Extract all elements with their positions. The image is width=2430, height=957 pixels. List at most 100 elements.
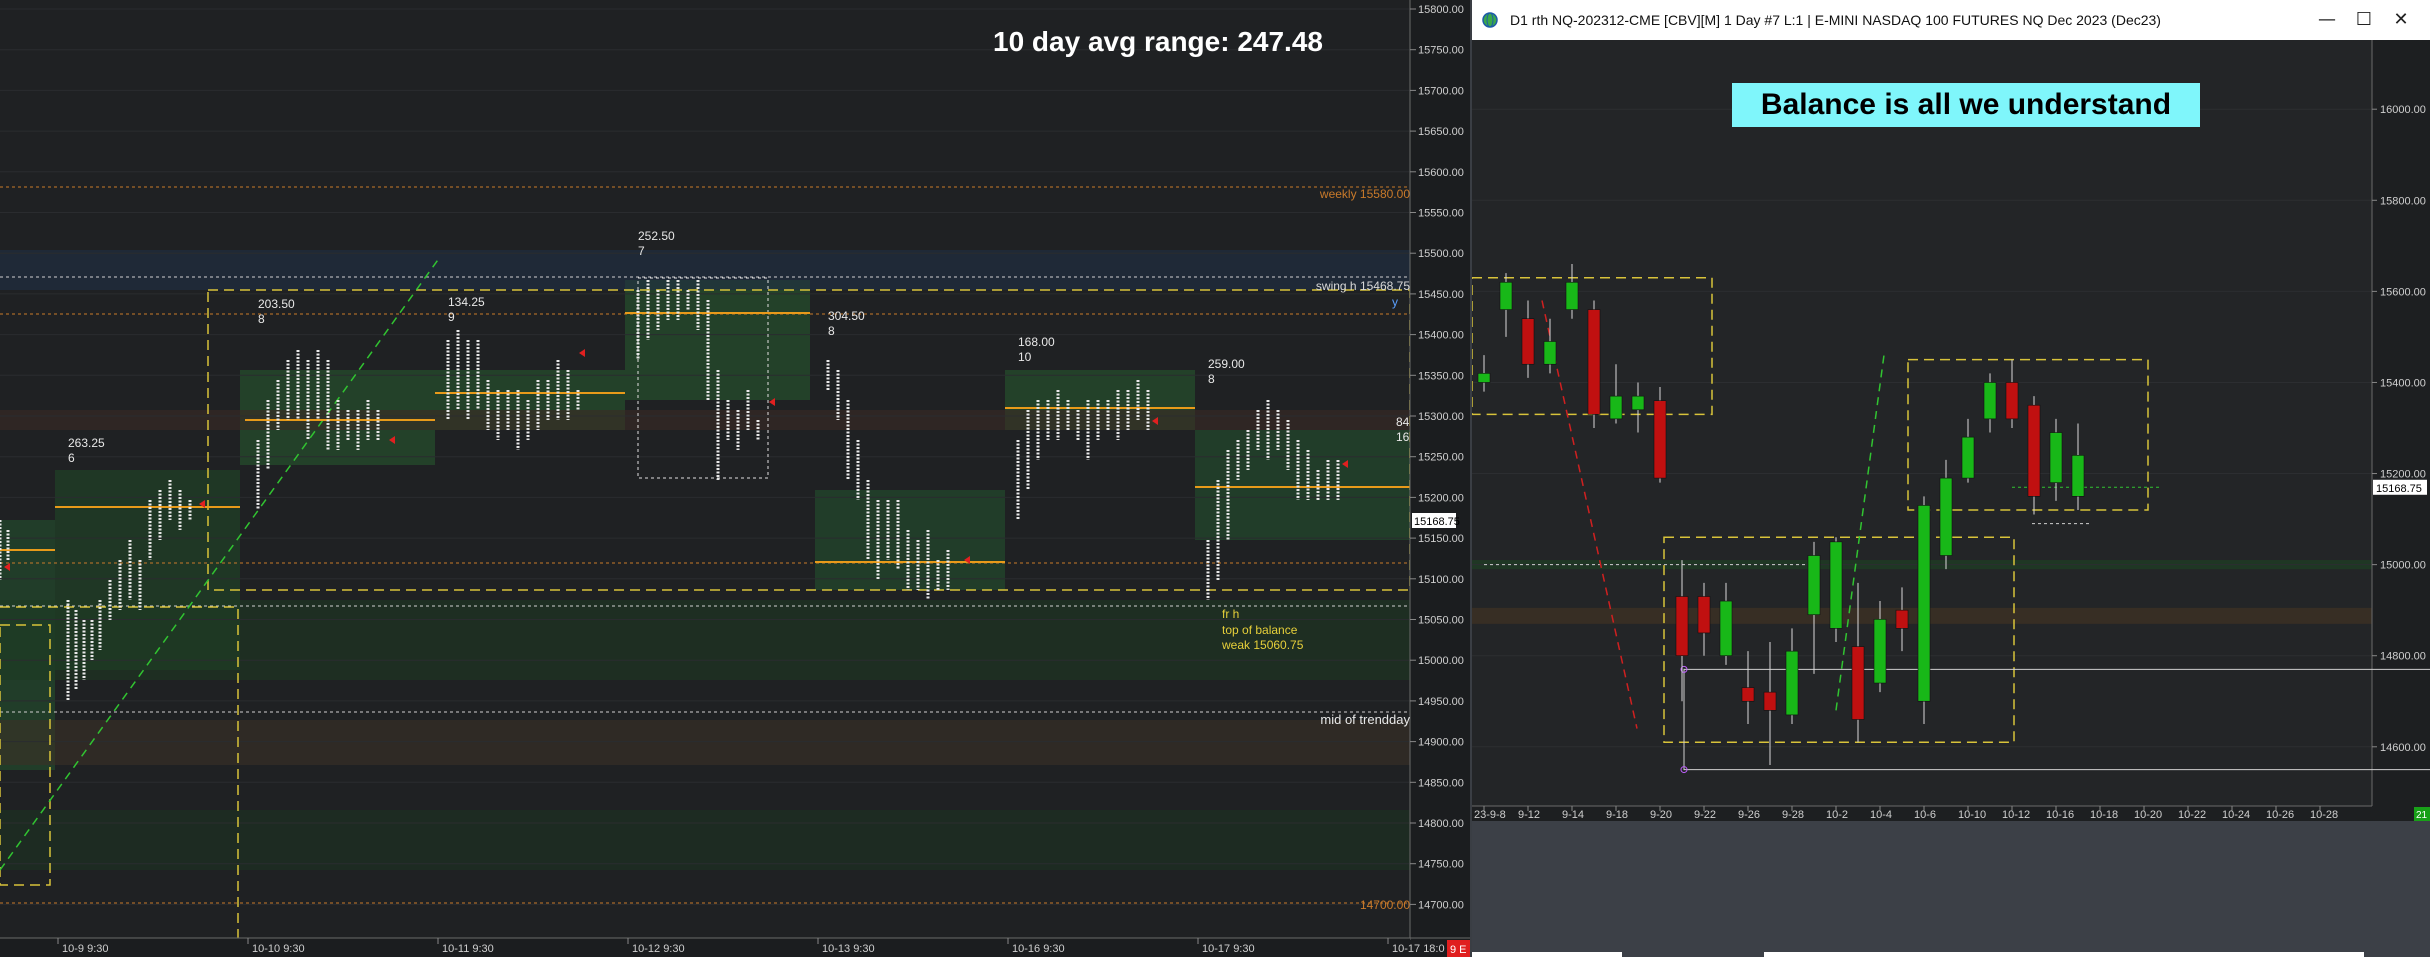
- session-range-value: 134.25: [448, 295, 485, 309]
- session-period-count: 7: [638, 244, 645, 258]
- candle-body: [1741, 687, 1755, 702]
- candle-body: [1829, 541, 1843, 629]
- candle-body: [1851, 646, 1865, 720]
- app-globe-icon: [1482, 12, 1498, 28]
- price-tick-label: 14950.00: [1418, 696, 1464, 708]
- candle-body: [1939, 477, 1953, 556]
- price-tick-label: 15100.00: [1418, 574, 1464, 586]
- session-period-count: 9: [448, 310, 455, 324]
- date-tick-label: 10-11 9:30: [442, 943, 494, 955]
- daily-date-tick-label: 9-22: [1694, 809, 1716, 821]
- session-period-count: 10: [1018, 350, 1032, 364]
- daily-date-tick-label: 10-6: [1914, 809, 1936, 821]
- price-tick-label: 15700.00: [1418, 85, 1464, 97]
- candle-body: [1565, 281, 1579, 310]
- mid-trendday-label: mid of trendday: [1320, 712, 1410, 727]
- daily-date-tick-label: 10-26: [2266, 809, 2294, 821]
- daily-price-tick-label: 14800.00: [2380, 651, 2426, 663]
- candle-body: [2049, 432, 2063, 483]
- candle-body: [1653, 400, 1667, 479]
- daily-date-tick-label: 10-12: [2002, 809, 2030, 821]
- level-14700-label: 14700.00: [1360, 898, 1410, 912]
- price-tick-label: 14800.00: [1418, 818, 1464, 830]
- daily-date-tick-label: 10-24: [2222, 809, 2250, 821]
- avg-range-title: 10 day avg range: 247.48: [993, 26, 1323, 57]
- daily-chart-area[interactable]: 16000.00 15800.00 15600.00 15400.00 15200.00…: [1472, 40, 2430, 821]
- daily-date-tick-label: 10-22: [2178, 809, 2206, 821]
- session-range-value: 263.25: [68, 436, 105, 450]
- candle-body: [1961, 436, 1975, 479]
- left-chart-panel[interactable]: 15800.00 15750.00 15700.00 15650.00 15600.00…: [0, 0, 1470, 957]
- daily-price-tick-label: 14600.00: [2380, 742, 2426, 754]
- price-tick-label: 15150.00: [1418, 533, 1464, 545]
- weak-level-label: weak 15060.75: [1221, 638, 1304, 652]
- window-titlebar[interactable]: D1 rth NQ-202312-CME [CBV][M] 1 Day #7 L…: [1472, 0, 2430, 41]
- daily-date-tick-label: 23-9-8: [1474, 809, 1506, 821]
- price-tick-label: 15350.00: [1418, 370, 1464, 382]
- close-icon[interactable]: ✕: [2386, 6, 2416, 34]
- daily-price-tick-label: 15800.00: [2380, 195, 2426, 207]
- daily-date-tick-label: 10-20: [2134, 809, 2162, 821]
- candle-body: [1477, 373, 1491, 383]
- candle-body: [1873, 618, 1887, 684]
- daily-date-tick-label: 10-2: [1826, 809, 1848, 821]
- daily-date-tick-label: 10-10: [1958, 809, 1986, 821]
- session-period-count: 8: [258, 312, 265, 326]
- daily-date-tick-label: 10-18: [2090, 809, 2118, 821]
- daily-date-tick-label: 10-16: [2046, 809, 2074, 821]
- price-tick-label: 15800.00: [1418, 4, 1464, 16]
- session-range-value: 168.00: [1018, 335, 1055, 349]
- daily-date-tick-label: 9-14: [1562, 809, 1584, 821]
- session-period-count: 6: [68, 451, 75, 465]
- daily-current-price-text: 15168.75: [2376, 483, 2422, 495]
- corner-badge-text: 9 E: [1450, 944, 1467, 956]
- minimize-icon[interactable]: —: [2312, 6, 2342, 34]
- balance-banner: Balance is all we understand: [1732, 83, 2200, 127]
- candle-body: [2027, 404, 2041, 497]
- fr-h-label: fr h: [1222, 607, 1239, 621]
- candle-body: [1697, 596, 1711, 634]
- daily-date-tick-label: 10-4: [1870, 809, 1892, 821]
- taskbar-segment: [1472, 952, 1622, 957]
- session-range-value: 203.50: [258, 297, 295, 311]
- candle-body: [1763, 691, 1777, 711]
- weekly-level-label: weekly 15580.00: [1319, 187, 1410, 201]
- price-tick-label: 14900.00: [1418, 737, 1464, 749]
- date-tick-label: 10-9 9:30: [62, 943, 108, 955]
- price-tick-label: 14850.00: [1418, 777, 1464, 789]
- candle-body: [2005, 382, 2019, 420]
- daily-date-tick-label: 9-18: [1606, 809, 1628, 821]
- candle-body: [1807, 555, 1821, 616]
- swing-high-label: swing h 15468.75: [1316, 279, 1410, 293]
- left-chart-canvas[interactable]: 15800.00 15750.00 15700.00 15650.00 15600.00…: [0, 0, 1470, 957]
- price-tick-label: 15400.00: [1418, 330, 1464, 342]
- price-tick-label: 15300.00: [1418, 411, 1464, 423]
- session-range-value: 304.50: [828, 309, 865, 323]
- session-period-count: 8: [828, 324, 835, 338]
- session-range-value: 252.50: [638, 229, 675, 243]
- daily-price-tick-label: 15200.00: [2380, 469, 2426, 481]
- date-tick-label: 10-10 9:30: [252, 943, 305, 955]
- candle-body: [1917, 505, 1931, 702]
- daily-date-tick-label: 9-12: [1518, 809, 1540, 821]
- price-tick-label: 15750.00: [1418, 45, 1464, 57]
- daily-price-tick-label: 15600.00: [2380, 286, 2426, 298]
- daily-candlestick-chart[interactable]: 16000.00 15800.00 15600.00 15400.00 15200.00…: [1472, 40, 2430, 821]
- top-of-balance-label: top of balance: [1222, 623, 1298, 637]
- daily-date-tick-label: 9-28: [1782, 809, 1804, 821]
- side-value-16: 16: [1396, 430, 1410, 444]
- candle-body: [1895, 609, 1909, 629]
- candle-body: [1609, 395, 1623, 420]
- daily-date-tick-label: 9-26: [1738, 809, 1760, 821]
- date-tick-label: 10-17 18:0: [1392, 943, 1445, 955]
- candle-body: [1785, 650, 1799, 716]
- daily-corner-badge-text: 21: [2416, 810, 2428, 821]
- price-tick-label: 15200.00: [1418, 492, 1464, 504]
- daily-chart-window[interactable]: D1 rth NQ-202312-CME [CBV][M] 1 Day #7 L…: [1472, 0, 2430, 957]
- session-range-value: 259.00: [1208, 357, 1245, 371]
- maximize-icon[interactable]: ☐: [2349, 6, 2379, 34]
- current-price-text: 15168.75: [1414, 516, 1460, 528]
- price-tick-label: 14700.00: [1418, 899, 1464, 911]
- daily-price-tick-label: 15400.00: [2380, 377, 2426, 389]
- price-tick-label: 15000.00: [1418, 655, 1464, 667]
